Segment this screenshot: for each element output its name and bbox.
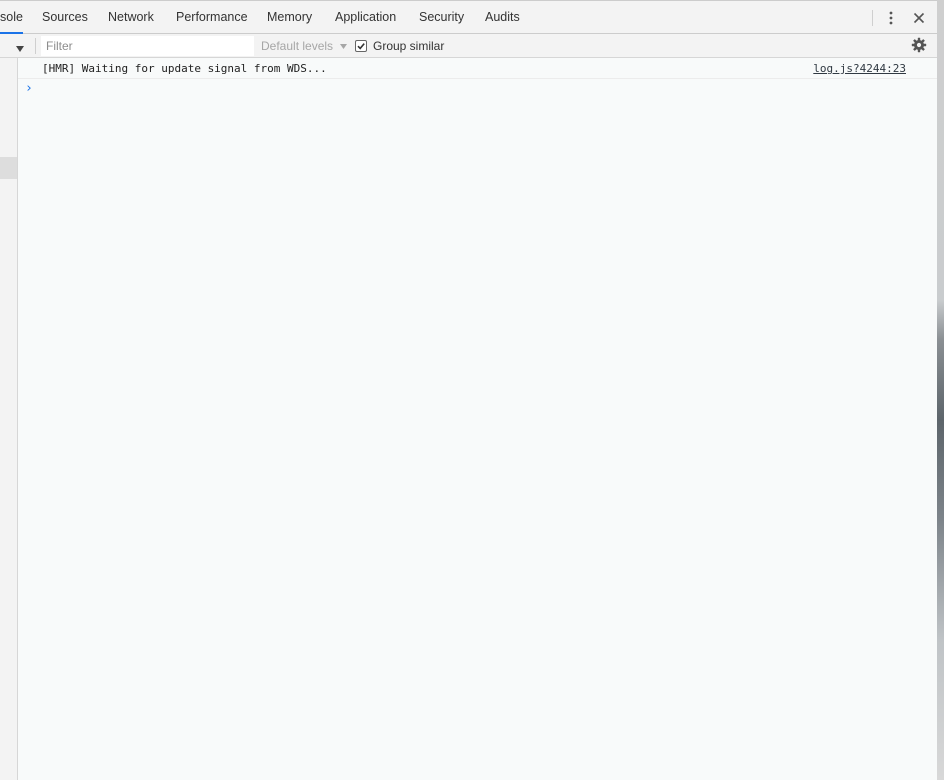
console-sidebar [0,58,18,780]
tab-security[interactable]: Security [419,1,464,34]
console-prompt-icon: › [25,81,33,96]
sidebar-selected-item[interactable] [0,157,17,179]
group-similar-label: Group similar [373,39,445,53]
more-vert-icon[interactable] [884,10,898,26]
tab-memory[interactable]: Memory [267,1,312,34]
tab-audits[interactable]: Audits [485,1,520,34]
console-message-text: [HMR] Waiting for update signal from WDS… [42,62,327,75]
console-message: [HMR] Waiting for update signal from WDS… [18,58,937,79]
filter-input[interactable] [41,36,254,56]
tab-performance[interactable]: Performance [176,1,248,34]
tab-sources[interactable]: Sources [42,1,88,34]
tab-console[interactable]: sole [0,1,23,34]
console-input[interactable] [40,80,920,98]
console-messages: [HMR] Waiting for update signal from WDS… [18,58,937,780]
tab-network[interactable]: Network [108,1,154,34]
close-icon[interactable] [911,10,927,26]
desktop-edge [937,0,944,780]
tabbar-divider [872,10,873,26]
levels-dropdown-icon [339,35,348,59]
group-similar-checkbox[interactable] [355,40,367,52]
levels-label: Default levels [261,39,334,53]
devtools-tabbar: sole Sources Network Performance Memory … [0,0,937,34]
tab-application[interactable]: Application [335,1,396,34]
toolbar-divider [35,38,36,54]
levels-dropdown[interactable]: Default levels [261,34,348,58]
settings-gear-icon[interactable] [911,37,927,53]
context-dropdown-icon[interactable] [14,40,26,52]
console-toolbar: Default levels Group similar [0,34,937,58]
console-message-source-link[interactable]: log.js?4244:23 [813,58,906,79]
